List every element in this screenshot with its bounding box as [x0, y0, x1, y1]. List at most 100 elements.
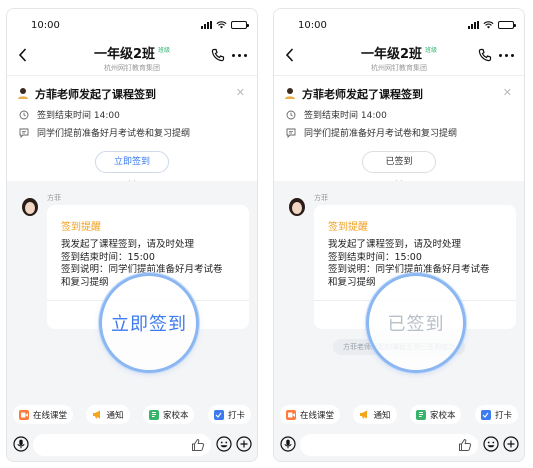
battery-icon — [231, 21, 249, 29]
quick-action-checkin[interactable]: 打卡 — [207, 405, 251, 424]
quick-action-label: 在线课堂 — [300, 410, 335, 421]
video-classroom-icon — [286, 409, 296, 420]
quick-action-checkin[interactable]: 打卡 — [474, 405, 518, 424]
phone-call-icon[interactable] — [478, 48, 492, 62]
checkin-icon — [480, 409, 491, 420]
notice-end-time: 签到结束时间 14:00 — [304, 111, 387, 121]
quick-action-notice[interactable]: 通知 — [353, 405, 397, 424]
sender-name: 方菲 — [314, 194, 328, 202]
phone-screen-before-checkin: 10:00 一年级2班 班级 杭州网钉教育集团 方菲老师发起了课程签到 ✕ 签到结… — [6, 8, 258, 462]
chat-area: 方菲 签到提醒 我发起了课程签到，请及时处理 签到结束时间：15:00 签到说明… — [7, 181, 257, 401]
status-time: 10:00 — [298, 20, 327, 31]
input-bar — [7, 429, 257, 461]
notice-end-time: 签到结束时间 14:00 — [37, 111, 120, 121]
wifi-icon — [483, 21, 494, 29]
magnified-checked-in-label: 已签到 — [366, 273, 466, 373]
comment-icon — [19, 128, 29, 138]
nav-bar: 一年级2班 班级 杭州网钉教育集团 — [274, 39, 524, 75]
message-input[interactable] — [33, 434, 211, 456]
org-subtitle: 杭州网钉教育集团 — [371, 64, 427, 72]
notice-description: 同学们提前准备好月考试卷和复习提纲 — [37, 129, 191, 139]
message-line: 我发起了课程签到，请及时处理 — [61, 239, 195, 250]
notebook-icon — [148, 409, 159, 420]
class-tag: 班级 — [425, 47, 438, 54]
voice-input-icon[interactable] — [13, 436, 29, 452]
status-bar: 10:00 — [7, 9, 257, 39]
class-tag: 班级 — [158, 47, 171, 54]
notice-time-line: 签到结束时间 14:00 — [19, 108, 120, 121]
battery-icon — [498, 21, 516, 29]
notice-title: 方菲老师发起了课程签到 — [35, 88, 156, 101]
message-line: 签到结束时间：15:00 — [328, 251, 422, 263]
checkin-notice-card: 方菲老师发起了课程签到 ✕ 签到结束时间 14:00 同学们提前准备好月考试卷和… — [274, 75, 524, 185]
notice-time-line: 签到结束时间 14:00 — [286, 108, 387, 121]
quick-action-online-class[interactable]: 在线课堂 — [280, 405, 341, 424]
megaphone-icon — [359, 410, 369, 420]
quick-action-label: 通知 — [106, 410, 124, 421]
plus-icon[interactable] — [503, 436, 519, 452]
quick-action-label: 家校本 — [429, 410, 456, 421]
sender-name: 方菲 — [47, 194, 61, 202]
quick-action-bar: 在线课堂 通知 家校本 打卡 — [274, 405, 524, 425]
notice-title: 方菲老师发起了课程签到 — [302, 88, 423, 101]
quick-action-label: 打卡 — [494, 410, 512, 421]
more-options-icon[interactable] — [499, 54, 514, 57]
status-time: 10:00 — [31, 20, 60, 31]
clock-icon — [286, 110, 296, 119]
emoji-icon[interactable] — [216, 436, 232, 452]
quick-action-bar: 在线课堂 通知 家校本 打卡 — [7, 405, 257, 425]
clock-icon — [19, 110, 29, 119]
quick-action-online-class[interactable]: 在线课堂 — [13, 405, 74, 424]
nav-bar: 一年级2班 班级 杭州网钉教育集团 — [7, 39, 257, 75]
close-icon[interactable]: ✕ — [236, 86, 245, 99]
checkin-icon — [213, 409, 224, 420]
plus-icon[interactable] — [236, 436, 252, 452]
message-line: 我发起了课程签到，请及时处理 — [328, 239, 462, 250]
checkin-now-button[interactable]: 立即签到 — [95, 151, 169, 173]
status-bar: 10:00 — [274, 9, 524, 39]
close-icon[interactable]: ✕ — [503, 86, 512, 99]
message-line: 签到结束时间：15:00 — [61, 251, 155, 263]
quick-action-homework[interactable]: 家校本 — [142, 405, 195, 424]
more-options-icon[interactable] — [232, 54, 247, 57]
chat-area: 方菲 签到提醒 我发起了课程签到，请及时处理 签到结束时间：15:00 签到说明… — [274, 181, 524, 401]
megaphone-icon — [92, 410, 102, 420]
quick-action-label: 通知 — [373, 410, 391, 421]
class-title: 一年级2班 — [93, 47, 156, 62]
phone-call-icon[interactable] — [211, 48, 225, 62]
signal-icon — [201, 21, 212, 29]
signal-icon — [468, 21, 479, 29]
quick-action-label: 家校本 — [162, 410, 189, 421]
thumbs-up-icon[interactable] — [458, 438, 472, 452]
thumbs-up-icon[interactable] — [191, 438, 205, 452]
quick-action-label: 打卡 — [227, 410, 245, 421]
comment-icon — [286, 128, 296, 138]
voice-input-icon[interactable] — [280, 436, 296, 452]
notice-desc-line: 同学们提前准备好月考试卷和复习提纲 — [19, 126, 190, 139]
sender-avatar[interactable] — [286, 197, 308, 223]
checked-in-button: 已签到 — [362, 151, 436, 173]
notice-desc-line: 同学们提前准备好月考试卷和复习提纲 — [286, 126, 457, 139]
sender-avatar[interactable] — [19, 197, 41, 223]
video-classroom-icon — [19, 409, 29, 420]
teacher-avatar-icon — [285, 88, 295, 99]
comparison-stage: 10:00 一年级2班 班级 杭州网钉教育集团 方菲老师发起了课程签到 ✕ 签到结… — [0, 0, 533, 468]
quick-action-homework[interactable]: 家校本 — [409, 405, 462, 424]
org-subtitle: 杭州网钉教育集团 — [104, 64, 160, 72]
notice-description: 同学们提前准备好月考试卷和复习提纲 — [304, 129, 458, 139]
teacher-avatar-icon — [18, 88, 28, 99]
magnified-checkin-button[interactable]: 立即签到 — [99, 273, 199, 373]
wifi-icon — [216, 21, 227, 29]
quick-action-notice[interactable]: 通知 — [86, 405, 130, 424]
emoji-icon[interactable] — [483, 436, 499, 452]
checkin-notice-card: 方菲老师发起了课程签到 ✕ 签到结束时间 14:00 同学们提前准备好月考试卷和… — [7, 75, 257, 185]
input-bar — [274, 429, 524, 461]
message-input[interactable] — [300, 434, 478, 456]
phone-screen-after-checkin: 10:00 一年级2班 班级 杭州网钉教育集团 方菲老师发起了课程签到 ✕ 签到结… — [273, 8, 525, 462]
message-title: 签到提醒 — [61, 222, 101, 233]
notebook-icon — [415, 409, 426, 420]
message-title: 签到提醒 — [328, 222, 368, 233]
status-icons — [201, 20, 249, 30]
status-icons — [468, 20, 516, 30]
class-title: 一年级2班 — [360, 47, 423, 62]
